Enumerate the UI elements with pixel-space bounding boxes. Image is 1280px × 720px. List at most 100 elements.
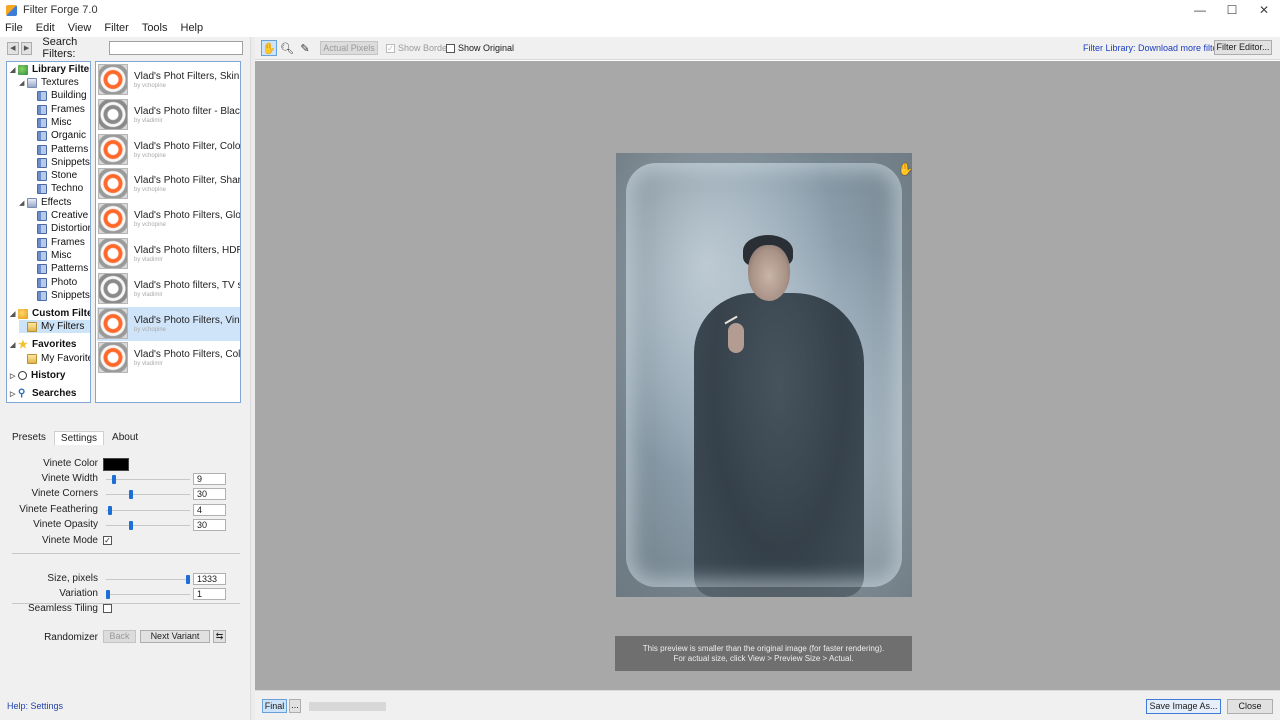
filter-list-item[interactable]: Vlad's Photo Filters, Glow by vchopine <box>97 202 240 236</box>
param-slider-thumb[interactable] <box>129 490 134 499</box>
menu-view[interactable]: View <box>67 22 93 34</box>
randomizer-options-icon[interactable]: ⇆ <box>213 630 226 643</box>
show-border-checkbox[interactable]: ✓ <box>386 43 395 53</box>
tree-item[interactable]: Techno <box>29 182 83 195</box>
forward-arrow-icon[interactable]: ▶ <box>20 41 33 55</box>
show-original-checkbox[interactable] <box>446 43 455 53</box>
param-slider-track[interactable] <box>106 494 190 495</box>
search-icon: ⚲ <box>18 388 26 399</box>
filter-list-item[interactable]: Vlad's Photo filter - Black an...by vlad… <box>97 98 240 132</box>
tree-item[interactable]: Stone <box>29 169 77 182</box>
tree-item[interactable]: Creative <box>29 209 88 222</box>
param-slider-track[interactable] <box>106 525 190 526</box>
tab-presets[interactable]: Presets <box>6 431 52 445</box>
tree-item[interactable]: ◢ Textures <box>19 76 79 89</box>
menu-help[interactable]: Help <box>180 22 205 34</box>
zoom-tool-icon[interactable]: 🔍︎ <box>279 40 295 56</box>
close-window-button[interactable]: ✕ <box>1248 0 1280 20</box>
pane-splitter[interactable] <box>0 411 250 415</box>
tree-item[interactable]: Snippets <box>29 289 90 302</box>
search-input[interactable] <box>108 41 243 55</box>
param-slider-thumb[interactable] <box>112 475 117 484</box>
tree-item[interactable]: Building <box>29 89 87 102</box>
tree-item[interactable]: ◢ Custom Filters <box>10 307 90 320</box>
category-icon <box>37 104 47 115</box>
tree-item[interactable]: ◢ ★ Favorites <box>10 338 76 351</box>
menu-edit[interactable]: Edit <box>35 22 56 34</box>
expand-arrow-icon[interactable]: ◢ <box>10 66 18 74</box>
tree-item[interactable]: Distortions <box>29 222 90 235</box>
preview-canvas[interactable]: ✋ This preview is smaller than the origi… <box>255 61 1280 690</box>
filter-list-item[interactable]: Vlad's Photo Filter, Sharpenestby vchopi… <box>97 167 240 201</box>
menu-filter[interactable]: Filter <box>103 22 129 34</box>
preview-image[interactable] <box>616 153 912 597</box>
variation-slider-thumb[interactable] <box>106 590 110 599</box>
filter-library-link[interactable]: Filter Library: Download more filters <box>1083 43 1225 53</box>
maximize-button[interactable]: ☐ <box>1216 0 1248 20</box>
vinete-color-swatch[interactable] <box>103 458 129 471</box>
tree-item[interactable]: ▷ ⚲ Searches <box>10 387 76 400</box>
help-link[interactable]: Help: Settings <box>7 701 63 711</box>
final-render-button[interactable]: Final <box>262 699 287 713</box>
filter-list-item[interactable]: Vlad's Photo filters, HDR sim...by vladi… <box>97 237 240 271</box>
param-slider-thumb[interactable] <box>129 521 134 530</box>
tree-item[interactable]: My Filters <box>19 320 90 333</box>
variation-input[interactable]: 1 <box>193 588 226 600</box>
show-original-toggle[interactable]: Show Original <box>446 43 514 53</box>
close-button[interactable]: Close <box>1227 699 1273 714</box>
tree-item[interactable]: Frames <box>29 236 85 249</box>
vinete-mode-checkbox[interactable]: ✓ <box>103 536 112 545</box>
save-image-as-button[interactable]: Save Image As... <box>1146 699 1221 714</box>
next-variant-button[interactable]: Next Variant <box>140 630 210 643</box>
tab-about[interactable]: About <box>106 431 144 445</box>
tree-item[interactable]: ◢ Effects <box>19 196 71 209</box>
filter-list-item[interactable]: Vlad's Photo Filters, Color Ble...by vla… <box>97 341 240 375</box>
param-input[interactable]: 30 <box>193 519 226 531</box>
size-input[interactable]: 1333 <box>193 573 226 585</box>
tree-item[interactable]: Misc <box>29 116 72 129</box>
expand-arrow-icon[interactable]: ▷ <box>10 372 18 380</box>
tree-item[interactable]: Misc <box>29 249 72 262</box>
filter-list-item[interactable]: Vlad's Photo filters, TV shifterby vladi… <box>97 272 240 306</box>
render-options-button[interactable]: ... <box>289 699 301 713</box>
tree-item[interactable]: Photo <box>29 276 77 289</box>
param-input[interactable]: 9 <box>193 473 226 485</box>
size-slider-track[interactable] <box>106 579 190 580</box>
expand-arrow-icon[interactable]: ◢ <box>19 79 27 87</box>
show-border-toggle[interactable]: ✓ Show Border <box>386 43 450 53</box>
filter-list-item[interactable]: Vlad's Photo Filters, Vineteby vchopine <box>97 306 240 341</box>
eyedropper-tool-icon[interactable]: ✎ <box>297 40 313 56</box>
filter-list-item[interactable]: Vlad's Phot Filters, Skin tone...by vcho… <box>97 63 240 97</box>
bottom-bar: Final ... Save Image As... Close <box>255 690 1280 720</box>
tree-item[interactable]: Snippets <box>29 156 90 169</box>
param-slider-track[interactable] <box>106 479 190 480</box>
size-slider-thumb[interactable] <box>186 575 190 584</box>
expand-arrow-icon[interactable]: ◢ <box>10 310 18 318</box>
param-slider-thumb[interactable] <box>108 506 113 515</box>
tree-item[interactable]: Patterns <box>29 143 88 156</box>
hand-tool-icon[interactable]: ✋ <box>261 40 277 56</box>
param-input[interactable]: 30 <box>193 488 226 500</box>
expand-arrow-icon[interactable]: ◢ <box>10 341 18 349</box>
menu-file[interactable]: File <box>4 22 24 34</box>
param-input[interactable]: 4 <box>193 504 226 516</box>
param-slider-track[interactable] <box>106 510 190 511</box>
expand-arrow-icon[interactable]: ◢ <box>19 199 27 207</box>
minimize-button[interactable]: — <box>1184 0 1216 20</box>
back-arrow-icon[interactable]: ◀ <box>7 41 19 55</box>
tree-item[interactable]: Frames <box>29 103 85 116</box>
tree-item[interactable]: Patterns <box>29 262 88 275</box>
seamless-tiling-checkbox[interactable] <box>103 604 112 613</box>
filter-editor-button[interactable]: Filter Editor... <box>1214 40 1272 55</box>
filter-list-item[interactable]: Vlad's Photo Filter, Color Shi...by vcho… <box>97 133 240 167</box>
actual-pixels-button[interactable]: Actual Pixels <box>320 41 378 55</box>
tree-item[interactable]: ▷ History <box>10 369 65 382</box>
menu-tools[interactable]: Tools <box>141 22 169 34</box>
expand-arrow-icon[interactable]: ▷ <box>10 390 18 398</box>
variation-slider-track[interactable] <box>106 594 190 595</box>
tree-item[interactable]: ◢ Library Filters <box>10 63 90 76</box>
randomizer-back-button[interactable]: Back <box>103 630 136 643</box>
tree-item[interactable]: Organic <box>29 129 86 142</box>
tab-settings[interactable]: Settings <box>53 431 105 445</box>
tree-item[interactable]: My Favorites <box>19 352 90 365</box>
